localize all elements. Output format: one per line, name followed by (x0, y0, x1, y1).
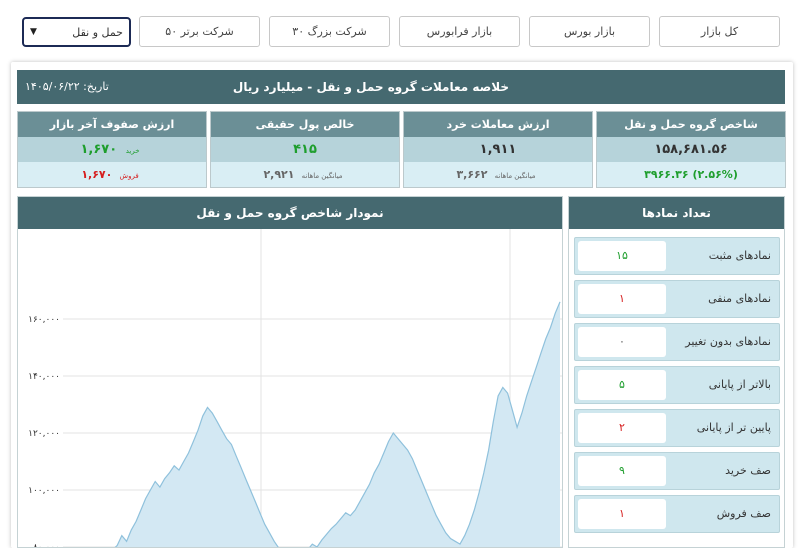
stat-real-money-value: ۴۱۵ (211, 137, 399, 162)
y-tick-label: ۱۰۰,۰۰۰ (28, 486, 60, 496)
sector-select[interactable]: ▼ حمل و نقل (22, 17, 131, 47)
index-chart[interactable]: ۸۰,۰۰۰ ۱۰۰,۰۰۰ ۱۲۰,۰۰۰ ۱۴۰,۰۰۰ ۱۶۰,۰۰۰ (18, 229, 562, 547)
stat-queues-title: ارزش صفوف آخر بازار (18, 112, 206, 137)
y-tick-label: ۸۰,۰۰۰ (33, 543, 60, 547)
symbol-count-label: صف فروش (716, 507, 771, 520)
stat-index: شاخص گروه حمل و نقل ۱۵۸,۶۸۱.۵۶ (۲.۵۶%) ۳… (596, 111, 786, 188)
chart-panel: نمودار شاخص گروه حمل و نقل ۸۰,۰۰۰ ۱۰۰,۰۰۰… (17, 196, 563, 548)
stat-retail-avg-row: میانگین ماهانه ۳,۶۶۲ (404, 162, 592, 187)
symbol-count-value: ۱ (578, 284, 666, 314)
symbol-count-label: بالاتر از پایانی (708, 378, 771, 391)
filter-bar: ▼ حمل و نقل ۵۰ شرکت برتر ۳۰ شرکت بزرگ با… (0, 0, 804, 58)
index-area-fill (98, 301, 560, 547)
stat-real-money: خالص پول حقیقی ۴۱۵ میانگین ماهانه ۲,۹۲۱ (210, 111, 400, 188)
symbol-count-value: ۹ (578, 456, 666, 486)
sector-select-value: حمل و نقل (72, 25, 123, 39)
summary-header: خلاصه معاملات گروه حمل و نقل - میلیارد ر… (17, 70, 785, 104)
top50-button[interactable]: ۵۰ شرکت برتر (139, 16, 260, 47)
symbol-count-label: نمادهای مثبت (708, 249, 771, 262)
farabourse-button[interactable]: بازار فرابورس (399, 16, 520, 47)
stat-queues: ارزش صفوف آخر بازار خرید ۱,۶۷۰ فروش ۱,۶۷… (17, 111, 207, 188)
stat-queues-buy-value: ۱,۶۷۰ (80, 142, 118, 157)
symbol-counts-title: تعداد نمادها (569, 197, 784, 229)
stat-retail-avg-label: میانگین ماهانه (494, 172, 536, 180)
symbol-count-label: پایین تر از پایانی (696, 421, 771, 434)
symbol-count-value: ۲ (578, 413, 666, 443)
stat-index-value: ۱۵۸,۶۸۱.۵۶ (597, 137, 785, 162)
symbol-count-row: ۱ نمادهای منفی (574, 280, 780, 318)
stat-queues-buy-label: خرید (125, 147, 140, 155)
y-tick-label: ۱۶۰,۰۰۰ (28, 315, 60, 325)
top30-button[interactable]: ۳۰ شرکت بزرگ (269, 16, 390, 47)
stat-real-money-title: خالص پول حقیقی (211, 112, 399, 137)
stat-retail-title: ارزش معاملات خرد (404, 112, 592, 137)
stat-retail: ارزش معاملات خرد ۱,۹۱۱ میانگین ماهانه ۳,… (403, 111, 593, 188)
symbol-count-value: ۵ (578, 370, 666, 400)
stat-index-title: شاخص گروه حمل و نقل (597, 112, 785, 137)
stat-real-money-avg-label: میانگین ماهانه (301, 172, 343, 180)
symbol-count-value: ۰ (578, 327, 666, 357)
stat-retail-value: ۱,۹۱۱ (404, 137, 592, 162)
symbol-count-value: ۱ (578, 499, 666, 529)
symbol-count-value: ۱۵ (578, 241, 666, 271)
symbol-counts-panel: تعداد نمادها ۱۵ نمادهای مثبت ۱ نمادهای منفی… (568, 196, 785, 548)
chart-title: نمودار شاخص گروه حمل و نقل (18, 197, 562, 229)
summary-date: تاریخ: ۱۴۰۵/۰۶/۲۲ (25, 80, 109, 93)
stat-real-money-avg-row: میانگین ماهانه ۲,۹۲۱ (211, 162, 399, 187)
stat-retail-avg-value: ۳,۶۶۲ (456, 168, 488, 181)
stat-queues-sell-row: فروش ۱,۶۷۰ (18, 162, 206, 187)
y-tick-label: ۱۲۰,۰۰۰ (28, 429, 60, 439)
bourse-button[interactable]: بازار بورس (529, 16, 650, 47)
summary-title: خلاصه معاملات گروه حمل و نقل - میلیارد ر… (232, 80, 509, 94)
chevron-down-icon: ▼ (30, 27, 37, 37)
symbol-count-row: ۱۵ نمادهای مثبت (574, 237, 780, 275)
symbol-count-row: ۵ بالاتر از پایانی (574, 366, 780, 404)
symbol-count-row: ۱ صف فروش (574, 495, 780, 533)
stat-index-change-row: (۲.۵۶%) ۳۹۶۶.۳۶ (597, 162, 785, 187)
stat-queues-sell-label: فروش (119, 172, 139, 180)
stat-queues-buy-row: خرید ۱,۶۷۰ (18, 137, 206, 162)
symbol-count-label: نمادهای منفی (708, 292, 771, 305)
symbol-count-label: صف خرید (725, 464, 771, 477)
symbol-count-row: ۹ صف خرید (574, 452, 780, 490)
symbol-count-label: نمادهای بدون تغییر (685, 335, 771, 348)
stat-queues-sell-value: ۱,۶۷۰ (81, 168, 113, 181)
y-tick-label: ۱۴۰,۰۰۰ (28, 372, 60, 382)
stat-index-change: (۲.۵۶%) ۳۹۶۶.۳۶ (644, 168, 738, 181)
symbol-count-row: ۰ نمادهای بدون تغییر (574, 323, 780, 361)
symbol-count-row: ۲ پایین تر از پایانی (574, 409, 780, 447)
stat-real-money-avg-value: ۲,۹۲۱ (263, 168, 295, 181)
all-market-button[interactable]: کل بازار (659, 16, 780, 47)
